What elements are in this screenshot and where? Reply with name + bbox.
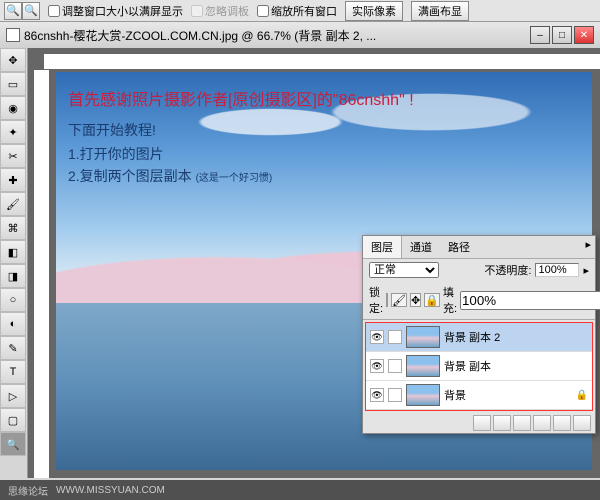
fit-canvas-button[interactable]: 满画布显 [411,1,469,21]
move-tool[interactable]: ✥ [0,48,26,72]
actual-pixels-button[interactable]: 实际像素 [345,1,403,21]
opacity-input[interactable] [535,263,579,277]
overlay-text-4: 2.复制两个图层副本 (这是一个好习惯) [68,166,414,186]
resize-window-checkbox[interactable]: 调整窗口大小以满屏显示 [48,3,183,19]
link-slot[interactable] [388,388,402,402]
lock-pixels-icon[interactable]: 🖌 [391,293,407,307]
layer-mask-button[interactable] [513,415,531,431]
visibility-icon[interactable]: 👁 [370,330,384,344]
path-tool[interactable]: ▷ [0,384,26,408]
link-slot[interactable] [388,330,402,344]
marquee-tool[interactable]: ▭ [0,72,26,96]
layers-list: 👁 背景 副本 2 👁 背景 副本 👁 背景 🔒 [365,322,593,411]
footer-url: WWW.MISSYUAN.COM [56,485,165,496]
tab-paths[interactable]: 路径 [440,236,478,258]
lock-label: 锁定: [369,284,383,316]
fill-input[interactable] [460,291,600,310]
type-tool[interactable]: T [0,360,26,384]
layer-name[interactable]: 背景 [444,387,572,403]
layer-thumbnail[interactable] [406,384,440,406]
zoom-all-windows-checkbox[interactable]: 缩放所有窗口 [257,3,337,19]
opt-label: 忽略调板 [205,3,249,19]
opt-label: 调整窗口大小以满屏显示 [62,3,183,19]
lock-all-icon[interactable]: 🔒 [424,293,440,307]
stamp-tool[interactable]: ⌘ [0,216,26,240]
link-slot[interactable] [388,359,402,373]
crop-tool[interactable]: ✂ [0,144,26,168]
ignore-palettes-checkbox[interactable]: 忽略调板 [191,3,249,19]
panel-menu-icon[interactable]: ▸ [581,236,595,258]
healing-tool[interactable]: ✚ [0,168,26,192]
tools-panel: ✥ ▭ ◉ ✦ ✂ ✚ 🖌 ⌘ ◧ ◨ ○ ◐ ✎ T ▷ ▢ 🔍 [0,48,28,478]
eraser-tool[interactable]: ◧ [0,240,26,264]
layer-row[interactable]: 👁 背景 副本 [366,352,592,381]
zoom-tool[interactable]: 🔍 [0,432,26,456]
dodge-tool[interactable]: ◐ [0,312,26,336]
lasso-tool[interactable]: ◉ [0,96,26,120]
close-button[interactable]: ✕ [574,26,594,44]
shape-tool[interactable]: ▢ [0,408,26,432]
layer-name[interactable]: 背景 副本 2 [444,329,588,345]
delete-layer-button[interactable] [573,415,591,431]
new-group-button[interactable] [533,415,551,431]
horizontal-ruler [44,54,600,70]
visibility-icon[interactable]: 👁 [370,388,384,402]
pen-tool[interactable]: ✎ [0,336,26,360]
overlay-text-3: 1.打开你的图片 [68,144,414,164]
layer-thumbnail[interactable] [406,355,440,377]
visibility-icon[interactable]: 👁 [370,359,384,373]
link-layers-button[interactable] [473,415,491,431]
layer-thumbnail[interactable] [406,326,440,348]
lock-transparent-icon[interactable] [386,293,388,307]
opacity-label: 不透明度: [484,262,531,278]
maximize-button[interactable]: □ [552,26,572,44]
opacity-dropdown-icon[interactable]: ▸ [583,264,589,277]
tab-channels[interactable]: 通道 [402,236,440,258]
lock-icon: 🔒 [576,390,588,401]
fill-label: 填充: [443,284,457,316]
document-title: 86cnshh-樱花大赏-ZCOOL.COM.CN.jpg @ 66.7% (背… [24,27,530,44]
gradient-tool[interactable]: ◨ [0,264,26,288]
zoom-out-button[interactable]: 🔍 [4,2,22,20]
wand-tool[interactable]: ✦ [0,120,26,144]
layers-panel: 图层 通道 路径 ▸ 正常 不透明度: ▸ 锁定: 🖌 ✥ 🔒 填充: ▸ 👁 … [362,235,596,434]
overlay-text-1: 首先感谢照片摄影作者[原创摄影区]的"86cnshh" ! [68,86,414,110]
layer-name[interactable]: 背景 副本 [444,358,588,374]
vertical-ruler [34,70,50,478]
tab-layers[interactable]: 图层 [363,236,402,258]
footer-brand: 思缘论坛 [8,483,48,498]
layer-row[interactable]: 👁 背景 🔒 [366,381,592,410]
layer-row[interactable]: 👁 背景 副本 2 [366,323,592,352]
zoom-in-button[interactable]: 🔍 [22,2,40,20]
document-icon [6,28,20,42]
minimize-button[interactable]: – [530,26,550,44]
layer-style-button[interactable] [493,415,511,431]
new-layer-button[interactable] [553,415,571,431]
opt-label: 缩放所有窗口 [271,3,337,19]
brush-tool[interactable]: 🖌 [0,192,26,216]
blur-tool[interactable]: ○ [0,288,26,312]
lock-position-icon[interactable]: ✥ [410,293,421,307]
blend-mode-select[interactable]: 正常 [369,262,439,278]
overlay-text-2: 下面开始教程! [68,120,414,140]
